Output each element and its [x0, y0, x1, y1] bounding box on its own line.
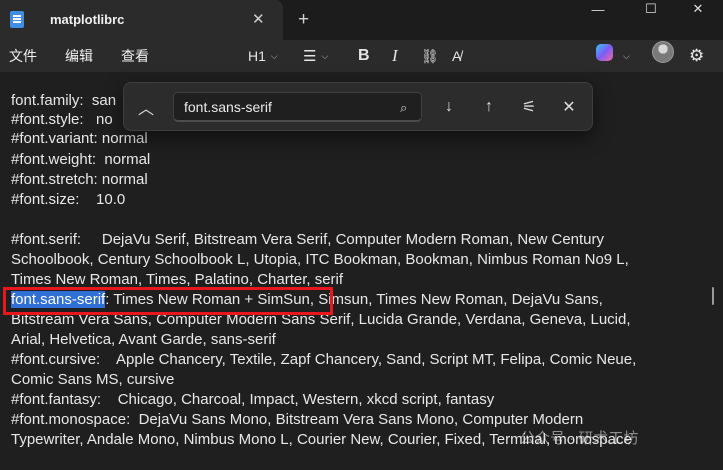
find-input-box[interactable]: ⌕: [173, 92, 422, 122]
list-icon: ☰: [303, 48, 317, 65]
close-tab-icon[interactable]: ✕: [252, 10, 265, 28]
chevron-down-icon: ⌵: [321, 50, 329, 61]
menu-bar: 文件 编辑 查看 H1 ⌵ ☰ ⌵ B I ⛓ A̸ ⌵ ⚙: [0, 40, 723, 72]
find-next-button[interactable]: ↓: [437, 95, 461, 119]
list-dropdown[interactable]: ☰ ⌵: [303, 45, 328, 67]
doc-line: Arial, Helvetica, Avant Garde, sans-seri…: [11, 331, 276, 348]
tab-title: matplotlibrc: [50, 12, 125, 27]
doc-line: #font.weight: normal: [11, 151, 151, 168]
minimize-button[interactable]: —: [583, 0, 613, 18]
find-panel: ︿ ⌕ ↓ ↑ ⚟ ✕: [123, 82, 593, 131]
settings-icon[interactable]: ⚙: [689, 45, 704, 67]
watermark: 公众号 · 研术工坊: [520, 430, 639, 447]
annotation-red-box: [3, 287, 333, 315]
link-icon[interactable]: ⛓: [421, 45, 439, 67]
new-tab-button[interactable]: +: [298, 9, 309, 31]
document-body[interactable]: font.family: san #font.style: no #font.v…: [0, 72, 723, 470]
find-previous-button[interactable]: ↑: [477, 95, 501, 119]
find-input[interactable]: [174, 93, 394, 121]
copilot-dropdown[interactable]: ⌵: [618, 45, 630, 67]
heading-label: H1: [248, 48, 266, 64]
doc-line: Comic Sans MS, cursive: [11, 371, 175, 388]
italic-button[interactable]: I: [392, 45, 398, 67]
collapse-find-icon[interactable]: ︿: [134, 95, 158, 119]
close-find-icon[interactable]: ✕: [557, 95, 581, 119]
title-bar: matplotlibrc ✕ + — ☐ ✕: [0, 0, 723, 40]
doc-line: font.family: san: [11, 92, 117, 109]
chevron-down-icon: ⌵: [270, 50, 278, 61]
chevron-down-icon: ⌵: [623, 50, 630, 61]
avatar[interactable]: [652, 41, 674, 63]
find-options-icon[interactable]: ⚟: [517, 95, 541, 119]
bold-button[interactable]: B: [358, 45, 370, 67]
clear-format-icon[interactable]: A̸: [452, 45, 461, 67]
vertical-scrollbar[interactable]: [712, 287, 714, 305]
doc-line: #font.cursive: Apple Chancery, Textile, …: [11, 351, 637, 368]
notepad-icon: [10, 11, 24, 28]
doc-line: #font.fantasy: Chicago, Charcoal, Impact…: [11, 391, 495, 408]
copilot-icon[interactable]: [596, 44, 613, 61]
doc-line: #font.style: no: [11, 111, 113, 128]
menu-edit[interactable]: 编辑: [65, 46, 93, 66]
maximize-button[interactable]: ☐: [636, 0, 666, 18]
tab-matplotlibrc[interactable]: matplotlibrc ✕: [0, 0, 283, 40]
doc-line: Schoolbook, Century Schoolbook L, Utopia…: [11, 251, 629, 268]
doc-line: #font.size: 10.0: [11, 191, 126, 208]
doc-line: #font.serif: DejaVu Serif, Bitstream Ver…: [11, 231, 605, 248]
doc-line: #font.variant: normal: [11, 130, 148, 147]
match-line-tail: , Simsun, Times New Roman, DejaVu Sans,: [309, 291, 603, 308]
doc-line: #font.monospace: DejaVu Sans Mono, Bitst…: [11, 411, 584, 428]
doc-line: #font.stretch: normal: [11, 171, 148, 188]
menu-file[interactable]: 文件: [9, 46, 37, 66]
close-window-button[interactable]: ✕: [683, 0, 713, 18]
heading-dropdown[interactable]: H1 ⌵: [248, 45, 278, 67]
menu-view[interactable]: 查看: [121, 46, 149, 66]
search-icon[interactable]: ⌕: [400, 100, 407, 116]
